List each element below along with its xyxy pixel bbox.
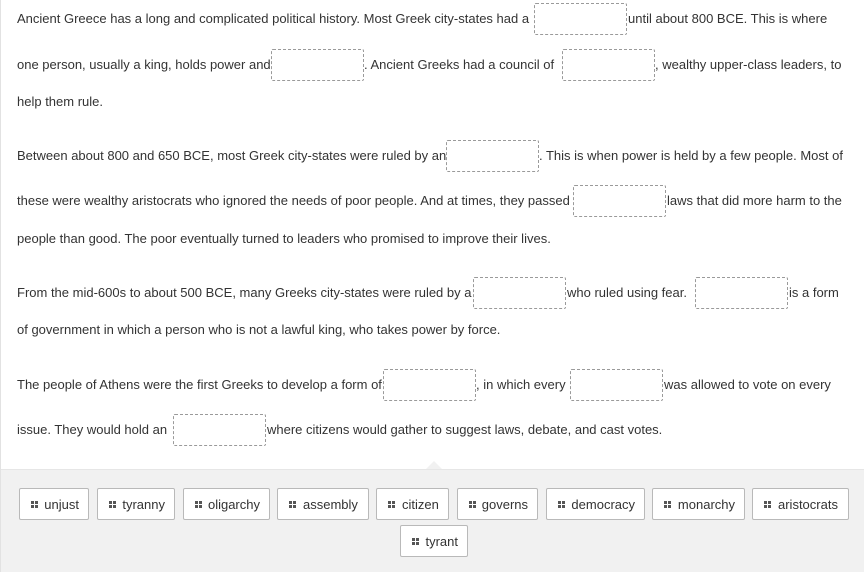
passage-text: From the mid-600s to about 500 BCE, many…	[17, 285, 472, 300]
cloze-activity: Ancient Greece has a long and complicate…	[0, 0, 864, 572]
passage-text: , in which every	[476, 377, 566, 392]
word-chip-label: unjust	[44, 496, 79, 512]
word-chip-label: assembly	[303, 496, 358, 512]
passage-text: was allowed to vote on every	[664, 377, 831, 392]
word-bank: unjust tyranny oligarchy assembly citizen gov…	[1, 469, 864, 572]
passage-text: these were wealthy aristocrats who ignor…	[17, 193, 570, 208]
word-chip-unjust[interactable]: unjust	[19, 488, 89, 520]
drop-zone-blank[interactable]	[383, 369, 476, 401]
passage-text: , wealthy upper-class leaders, to	[655, 57, 842, 72]
word-chip-label: tyranny	[122, 496, 165, 512]
drop-zone-blank[interactable]	[271, 49, 364, 81]
passage-text: Between about 800 and 650 BCE, most Gree…	[17, 148, 447, 163]
drop-zone-blank[interactable]	[695, 277, 788, 309]
passage-text: one person, usually a king, holds power …	[17, 57, 271, 72]
drag-handle-icon	[469, 500, 476, 508]
drop-zone-blank[interactable]	[173, 414, 266, 446]
drop-zone-blank[interactable]	[473, 277, 566, 309]
passage-text: . Ancient Greeks had a council of	[364, 57, 555, 72]
word-chip-label: aristocrats	[778, 496, 838, 512]
word-chip-democracy[interactable]: democracy	[546, 488, 645, 520]
drop-zone-blank[interactable]	[562, 49, 655, 81]
drag-handle-icon	[558, 500, 565, 508]
word-chip-governs[interactable]: governs	[457, 488, 538, 520]
word-chip-label: governs	[481, 496, 528, 512]
word-chip-label: tyrant	[425, 533, 458, 549]
drag-handle-icon	[195, 500, 202, 508]
passage-text: . This is when power is held by a few pe…	[539, 148, 843, 163]
passage-text: Ancient Greece has a long and complicate…	[17, 11, 530, 26]
word-chip-label: oligarchy	[207, 496, 260, 512]
passage-text: people than good. The poor eventually tu…	[17, 231, 551, 246]
word-chip-aristocrats[interactable]: aristocrats	[752, 488, 849, 520]
passage-text: is a form	[789, 285, 839, 300]
drag-handle-icon	[764, 500, 771, 508]
drop-zone-blank[interactable]	[446, 140, 539, 172]
word-chip-tyranny[interactable]: tyranny	[97, 488, 175, 520]
passage-text: The people of Athens were the first Gree…	[17, 377, 382, 392]
drag-handle-icon	[109, 500, 116, 508]
passage-text: who ruled using fear.	[567, 285, 687, 300]
passage-text: where citizens would gather to suggest l…	[267, 422, 663, 437]
passage-text: issue. They would hold an	[17, 422, 168, 437]
word-chip-assembly[interactable]: assembly	[277, 488, 369, 520]
passage-text: laws that did more harm to the	[667, 193, 842, 208]
word-chip-citizen[interactable]: citizen	[376, 488, 449, 520]
drag-handle-icon	[31, 500, 38, 508]
word-chip-label: democracy	[571, 496, 635, 512]
passage-text: until about 800 BCE. This is where	[628, 11, 828, 26]
drag-handle-icon	[664, 500, 671, 508]
drop-zone-blank[interactable]	[570, 369, 663, 401]
word-chip-monarchy[interactable]: monarchy	[652, 488, 745, 520]
drag-handle-icon	[412, 537, 419, 545]
drag-handle-icon	[289, 500, 296, 508]
word-chip-tyrant[interactable]: tyrant	[400, 525, 468, 557]
drag-handle-icon	[388, 500, 395, 508]
drop-zone-blank[interactable]	[573, 185, 666, 217]
word-chip-label: monarchy	[677, 496, 735, 512]
passage-text: help them rule.	[17, 94, 103, 109]
word-chip-oligarchy[interactable]: oligarchy	[183, 488, 270, 520]
drop-zone-blank[interactable]	[534, 3, 627, 35]
passage-text: of government in which a person who is n…	[17, 322, 501, 337]
word-chip-label: citizen	[402, 496, 439, 512]
